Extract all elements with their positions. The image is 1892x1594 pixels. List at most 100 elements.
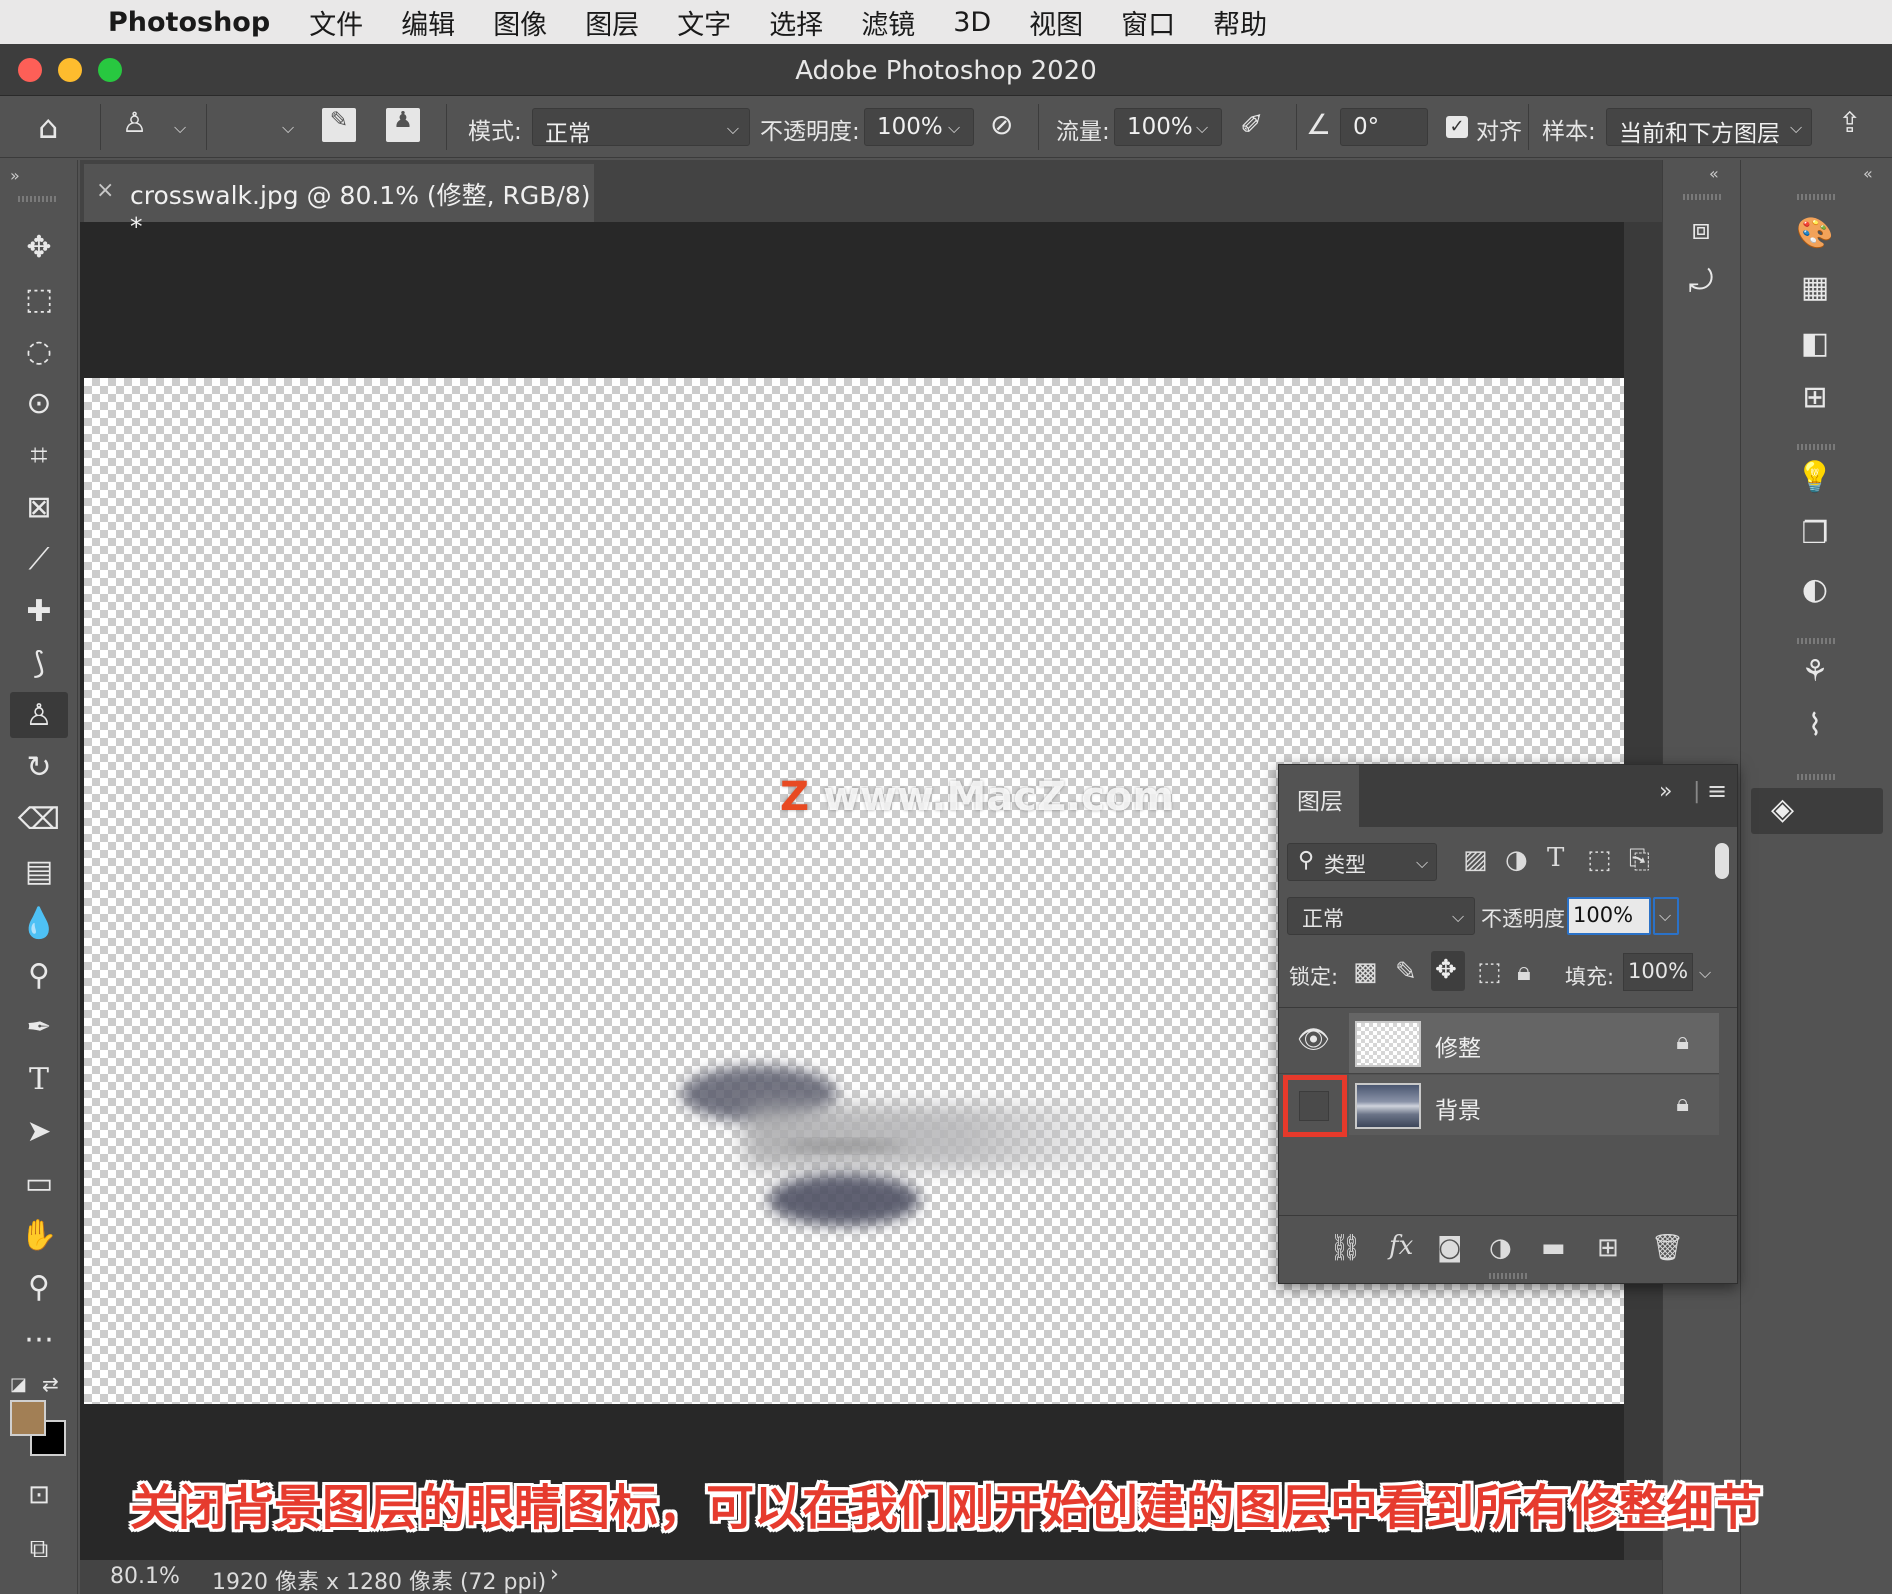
align-checkbox[interactable]: ✓ bbox=[1446, 116, 1468, 138]
gradients-panel-icon[interactable]: ◧ bbox=[1785, 326, 1845, 361]
channels-panel-icon[interactable]: ⚘ bbox=[1785, 654, 1845, 689]
lock-all-icon[interactable]: 🔒︎ bbox=[1517, 957, 1531, 988]
expand-toolbar-icon[interactable]: » bbox=[10, 166, 20, 185]
chevron-down-icon[interactable]: ⌵ bbox=[1790, 118, 1802, 138]
hand-tool-icon[interactable]: ✋ bbox=[10, 1212, 68, 1258]
lock-artboard-icon[interactable]: ⬚ bbox=[1477, 957, 1502, 987]
document-tab[interactable]: × crosswalk.jpg @ 80.1% (修整, RGB/8) * bbox=[84, 164, 594, 241]
brush-tool-icon[interactable]: ⟆ bbox=[10, 640, 68, 686]
type-tool-icon[interactable]: T bbox=[10, 1056, 68, 1102]
layer-name[interactable]: 修整 bbox=[1435, 1029, 1481, 1063]
lock-transparent-icon[interactable]: ▩ bbox=[1353, 957, 1378, 987]
layer-row[interactable]: 背景 🔒︎ bbox=[1349, 1075, 1719, 1135]
layer-visibility-toggle[interactable] bbox=[1299, 1091, 1329, 1121]
blur-tool-icon[interactable]: 💧 bbox=[10, 900, 68, 946]
move-tool-icon[interactable]: ✥ bbox=[10, 224, 68, 270]
menu-edit[interactable]: 编辑 bbox=[401, 3, 455, 42]
quick-selection-tool-icon[interactable]: ⊙ bbox=[10, 380, 68, 426]
zoom-level[interactable]: 80.1% bbox=[110, 1564, 180, 1589]
filter-toggle[interactable] bbox=[1715, 843, 1729, 879]
rectangle-tool-icon[interactable]: ▭ bbox=[10, 1160, 68, 1206]
more-tools-icon[interactable]: ⋯ bbox=[10, 1316, 68, 1362]
menu-view[interactable]: 视图 bbox=[1029, 3, 1083, 42]
history-panel-icon[interactable]: ⤾ bbox=[1671, 264, 1731, 299]
menu-window[interactable]: 窗口 bbox=[1121, 3, 1175, 42]
home-icon[interactable]: ⌂ bbox=[38, 108, 58, 146]
eyedropper-tool-icon[interactable]: ⟋ bbox=[10, 536, 68, 582]
lasso-tool-icon[interactable]: ◌ bbox=[10, 328, 68, 374]
app-menu[interactable]: Photoshop bbox=[108, 7, 270, 38]
layer-opacity-input[interactable]: 100% bbox=[1567, 897, 1651, 935]
close-tab-icon[interactable]: × bbox=[96, 178, 114, 203]
new-group-icon[interactable]: ▬ bbox=[1541, 1233, 1566, 1263]
layer-visibility-toggle[interactable]: 👁︎ bbox=[1291, 1013, 1339, 1073]
menu-layer[interactable]: 图层 bbox=[585, 3, 639, 42]
adjustments-panel-icon[interactable]: ◐ bbox=[1785, 572, 1845, 607]
foreground-color-swatch[interactable] bbox=[10, 1400, 46, 1436]
menu-help[interactable]: 帮助 bbox=[1213, 3, 1267, 42]
layer-name[interactable]: 背景 bbox=[1435, 1091, 1481, 1125]
crop-tool-icon[interactable]: ⌗ bbox=[10, 432, 68, 478]
layer-row[interactable]: 修整 🔒︎ bbox=[1349, 1013, 1719, 1073]
layer-opacity-dropdown[interactable]: ⌵ bbox=[1653, 897, 1679, 935]
menu-file[interactable]: 文件 bbox=[309, 3, 363, 42]
lock-position-button[interactable]: ✥ bbox=[1431, 951, 1465, 991]
layer-style-icon[interactable]: fx bbox=[1389, 1231, 1413, 1261]
sample-select[interactable]: 当前和下方图层 bbox=[1606, 108, 1812, 147]
new-layer-icon[interactable]: ⊞ bbox=[1597, 1233, 1619, 1263]
menu-type[interactable]: 文字 bbox=[677, 3, 731, 42]
path-selection-tool-icon[interactable]: ➤ bbox=[10, 1108, 68, 1154]
pen-tool-icon[interactable]: ✒ bbox=[10, 1004, 68, 1050]
patterns-panel-icon[interactable]: ⊞ bbox=[1785, 380, 1845, 415]
angle-input[interactable]: 0° bbox=[1340, 108, 1428, 146]
libraries-panel-icon[interactable]: ❐ bbox=[1785, 516, 1845, 551]
mode-select[interactable]: 正常 ⌵ bbox=[532, 108, 750, 147]
menu-image[interactable]: 图像 bbox=[493, 3, 547, 42]
clone-stamp-preset-icon[interactable]: ♙ bbox=[122, 106, 147, 139]
default-colors-icon[interactable]: ◪ bbox=[10, 1374, 27, 1395]
chevron-down-icon[interactable]: ⌵ bbox=[282, 118, 294, 138]
collapse-panel-icon[interactable]: » bbox=[1659, 779, 1672, 804]
frame-tool-icon[interactable]: ⊠ bbox=[10, 484, 68, 530]
menu-3d[interactable]: 3D bbox=[953, 7, 991, 38]
airbrush-icon[interactable]: ✐ bbox=[1240, 108, 1263, 141]
delete-layer-icon[interactable]: 🗑︎ bbox=[1651, 1233, 1684, 1263]
menu-filter[interactable]: 滤镜 bbox=[861, 3, 915, 42]
panel-menu-icon[interactable]: ≡ bbox=[1707, 777, 1727, 805]
chevron-down-icon[interactable]: ⌵ bbox=[948, 118, 960, 138]
share-icon[interactable]: ⇪ bbox=[1838, 106, 1861, 139]
paths-panel-icon[interactable]: ⌇ bbox=[1785, 708, 1845, 743]
chevron-down-icon[interactable]: ⌵ bbox=[1196, 118, 1208, 138]
chevron-down-icon[interactable]: ⌵ bbox=[1699, 963, 1711, 983]
layers-tab[interactable]: 图层 bbox=[1279, 765, 1359, 827]
gradient-tool-icon[interactable]: ▤ bbox=[10, 848, 68, 894]
add-mask-icon[interactable]: ◙ bbox=[1437, 1233, 1462, 1263]
collapse-dock-icon[interactable]: « bbox=[1709, 164, 1719, 183]
pixel-filter-icon[interactable]: ▨ bbox=[1463, 845, 1488, 875]
layer-filter-select[interactable]: ⚲ 类型 ⌵ bbox=[1287, 843, 1437, 881]
marquee-tool-icon[interactable]: ⬚ bbox=[10, 276, 68, 322]
type-filter-icon[interactable]: T bbox=[1547, 843, 1564, 873]
menu-select[interactable]: 选择 bbox=[769, 3, 823, 42]
3d-panel-icon[interactable]: ⧈ bbox=[1671, 212, 1731, 247]
smart-object-filter-icon[interactable]: ⎘ bbox=[1629, 845, 1650, 876]
lock-image-icon[interactable]: ✎ bbox=[1395, 957, 1417, 987]
healing-brush-tool-icon[interactable]: ✚ bbox=[10, 588, 68, 634]
clone-source-panel-icon[interactable]: ♟ bbox=[386, 108, 420, 142]
swatches-panel-icon[interactable]: ▦ bbox=[1785, 270, 1845, 305]
new-adjustment-layer-icon[interactable]: ◑ bbox=[1489, 1233, 1512, 1263]
zoom-tool-icon[interactable]: ⚲ bbox=[10, 1264, 68, 1310]
swap-colors-icon[interactable]: ⇄ bbox=[42, 1372, 59, 1396]
history-brush-tool-icon[interactable]: ↻ bbox=[10, 744, 68, 790]
eraser-tool-icon[interactable]: ⌫ bbox=[10, 796, 68, 842]
link-layers-icon[interactable]: ⛓ bbox=[1329, 1233, 1362, 1263]
chevron-down-icon[interactable]: ⌵ bbox=[174, 118, 186, 138]
layers-panel-button[interactable]: ◈ bbox=[1751, 788, 1883, 834]
fill-input[interactable]: 100% bbox=[1623, 953, 1693, 991]
adjustment-filter-icon[interactable]: ◑ bbox=[1505, 845, 1528, 875]
brush-settings-icon[interactable]: ✎ bbox=[322, 108, 356, 142]
learn-panel-icon[interactable]: 💡 bbox=[1785, 460, 1845, 495]
clone-stamp-tool-icon[interactable]: ♙ bbox=[10, 692, 68, 738]
collapse-dock-icon[interactable]: « bbox=[1863, 164, 1873, 183]
chevron-right-icon[interactable]: › bbox=[550, 1562, 559, 1587]
